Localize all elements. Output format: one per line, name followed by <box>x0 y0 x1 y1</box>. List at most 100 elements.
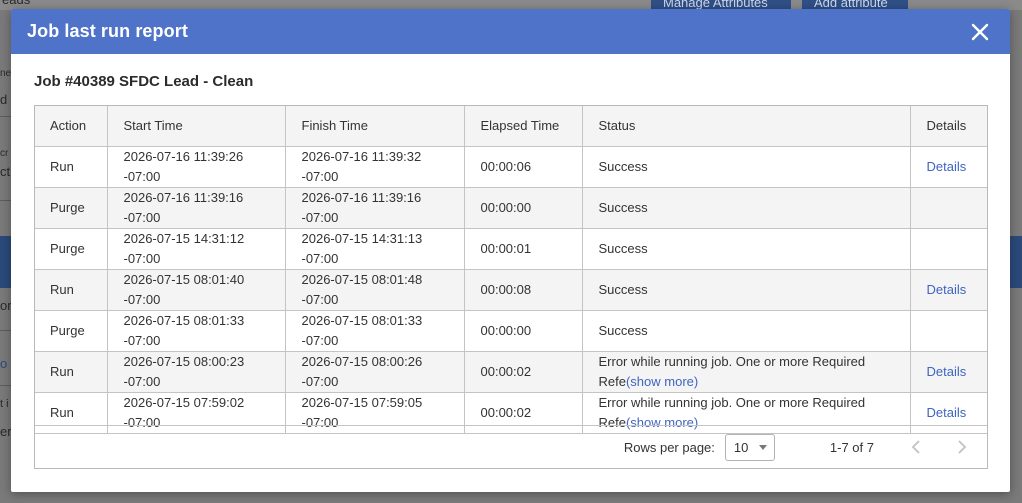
cell-finish-time: 2026-07-15 08:01:33 -07:00 <box>285 310 465 352</box>
cell-details <box>910 187 987 229</box>
finish-time-offset: -07:00 <box>301 209 339 225</box>
column-header-details: Details <box>910 106 987 147</box>
rows-per-page-value: 10 <box>733 439 749 455</box>
background-text: d <box>0 92 8 107</box>
status-text: Success <box>598 199 648 215</box>
add-attribute-button: Add attribute <box>802 0 908 9</box>
cell-start-time: 2026-07-15 08:01:33 -07:00 <box>107 310 286 352</box>
pagination-range: 1-7 of 7 <box>829 439 874 455</box>
start-time-date: 2026-07-16 11:39:16 <box>123 189 244 205</box>
chevron-right-icon[interactable] <box>953 438 971 456</box>
finish-time-offset: -07:00 <box>301 332 339 348</box>
table-row: Run 2026-07-15 08:01:40 -07:00 2026-07-15 0… <box>35 269 987 311</box>
cell-status: Success <box>582 310 911 352</box>
status-text: Error while running job. One or more Req… <box>598 394 866 410</box>
cell-start-time: 2026-07-15 14:31:12 -07:00 <box>107 228 286 270</box>
background-text: ct <box>0 164 11 179</box>
table-row: Purge 2026-07-16 11:39:16 -07:00 2026-07-16… <box>35 187 987 229</box>
cell-finish-time: 2026-07-15 14:31:13 -07:00 <box>285 228 465 270</box>
cell-action: Run <box>35 269 108 311</box>
start-time-offset: -07:00 <box>123 168 161 184</box>
finish-time-offset: -07:00 <box>301 291 339 307</box>
start-time-date: 2026-07-16 11:39:26 <box>123 148 244 164</box>
details-link[interactable]: Details <box>927 282 967 297</box>
background-banner <box>1010 236 1022 288</box>
table-row: Run 2026-07-16 11:39:26 -07:00 2026-07-16 1… <box>35 146 987 188</box>
modal-header: Job last run report <box>11 9 1010 54</box>
table-row: Purge 2026-07-15 14:31:12 -07:00 2026-07-15… <box>35 228 987 270</box>
cell-elapsed-time: 00:00:02 <box>464 351 583 393</box>
cell-action: Purge <box>35 310 108 352</box>
cell-finish-time: 2026-07-16 11:39:32 -07:00 <box>285 146 465 188</box>
cell-elapsed-time: 00:00:08 <box>464 269 583 311</box>
close-icon[interactable] <box>968 20 992 44</box>
show-more-link[interactable]: (show more) <box>626 374 698 389</box>
background-text: or <box>0 298 12 313</box>
details-link[interactable]: Details <box>927 405 967 420</box>
cell-status: Success <box>582 228 911 270</box>
finish-time-date: 2026-07-15 08:01:33 <box>301 312 423 328</box>
status-text: Success <box>598 240 648 256</box>
rows-per-page-label: Rows per page: <box>623 439 715 455</box>
cell-details <box>910 228 987 270</box>
status-text: Error while running job. One or more Req… <box>598 353 866 369</box>
cell-elapsed-time: 00:00:01 <box>464 228 583 270</box>
cell-details <box>910 310 987 352</box>
column-header-start-time: Start Time <box>107 106 286 147</box>
cell-elapsed-time: 00:00:00 <box>464 187 583 229</box>
start-time-date: 2026-07-15 08:00:23 <box>123 353 245 369</box>
status-text: Success <box>598 281 648 297</box>
job-runs-table: Action Start Time Finish Time Elapsed Ti… <box>34 105 988 469</box>
cell-status: Success <box>582 187 911 229</box>
column-header-finish-time: Finish Time <box>285 106 465 147</box>
cell-start-time: 2026-07-15 08:01:40 -07:00 <box>107 269 286 311</box>
start-time-offset: -07:00 <box>123 291 161 307</box>
start-time-date: 2026-07-15 08:01:40 <box>123 271 245 287</box>
background-text: er <box>0 424 12 439</box>
cell-finish-time: 2026-07-16 11:39:16 -07:00 <box>285 187 465 229</box>
chevron-down-icon <box>758 444 767 450</box>
details-link[interactable]: Details <box>927 364 967 379</box>
chevron-left-icon[interactable] <box>907 438 925 456</box>
cell-start-time: 2026-07-15 08:00:23 -07:00 <box>107 351 286 393</box>
cell-status: Success <box>582 269 911 311</box>
cell-start-time: 2026-07-16 11:39:26 -07:00 <box>107 146 286 188</box>
modal-title: Job last run report <box>27 21 188 41</box>
cell-finish-time: 2026-07-15 08:01:48 -07:00 <box>285 269 465 311</box>
cell-details: Details <box>910 269 987 311</box>
cell-status: Error while running job. One or more Req… <box>582 351 911 393</box>
cell-details: Details <box>910 146 987 188</box>
finish-time-date: 2026-07-15 08:01:48 <box>301 271 423 287</box>
cell-action: Purge <box>35 187 108 229</box>
job-title: Job #40389 SFDC Lead - Clean <box>34 73 254 90</box>
cell-start-time: 2026-07-16 11:39:16 -07:00 <box>107 187 286 229</box>
cell-action: Run <box>35 351 108 393</box>
start-time-date: 2026-07-15 14:31:12 <box>123 230 245 246</box>
cell-elapsed-time: 00:00:06 <box>464 146 583 188</box>
cell-details: Details <box>910 351 987 393</box>
details-link[interactable]: Details <box>927 159 967 174</box>
finish-time-date: 2026-07-15 07:59:05 <box>301 394 423 410</box>
start-time-offset: -07:00 <box>123 250 161 266</box>
background-text: t i <box>0 398 9 410</box>
manage-attributes-button: Manage Attributes <box>651 0 791 9</box>
rows-per-page-select[interactable]: 10 <box>724 433 775 461</box>
cell-action: Purge <box>35 228 108 270</box>
start-time-offset: -07:00 <box>123 332 161 348</box>
status-text-continued: Refe <box>598 373 626 389</box>
start-time-date: 2026-07-15 08:01:33 <box>123 312 245 328</box>
status-text: Success <box>598 322 648 338</box>
finish-time-date: 2026-07-16 11:39:32 <box>301 148 422 164</box>
cell-elapsed-time: 00:00:00 <box>464 310 583 352</box>
start-time-offset: -07:00 <box>123 373 161 389</box>
column-header-action: Action <box>35 106 108 147</box>
column-header-elapsed-time: Elapsed Time <box>464 106 583 147</box>
finish-time-offset: -07:00 <box>301 373 339 389</box>
cell-status: Success <box>582 146 911 188</box>
table-row: Run 2026-07-15 08:00:23 -07:00 2026-07-15 0… <box>35 351 987 393</box>
finish-time-date: 2026-07-16 11:39:16 <box>301 189 422 205</box>
finish-time-date: 2026-07-15 14:31:13 <box>301 230 423 246</box>
finish-time-offset: -07:00 <box>301 168 339 184</box>
cell-finish-time: 2026-07-15 08:00:26 -07:00 <box>285 351 465 393</box>
background-text: o <box>0 356 8 371</box>
